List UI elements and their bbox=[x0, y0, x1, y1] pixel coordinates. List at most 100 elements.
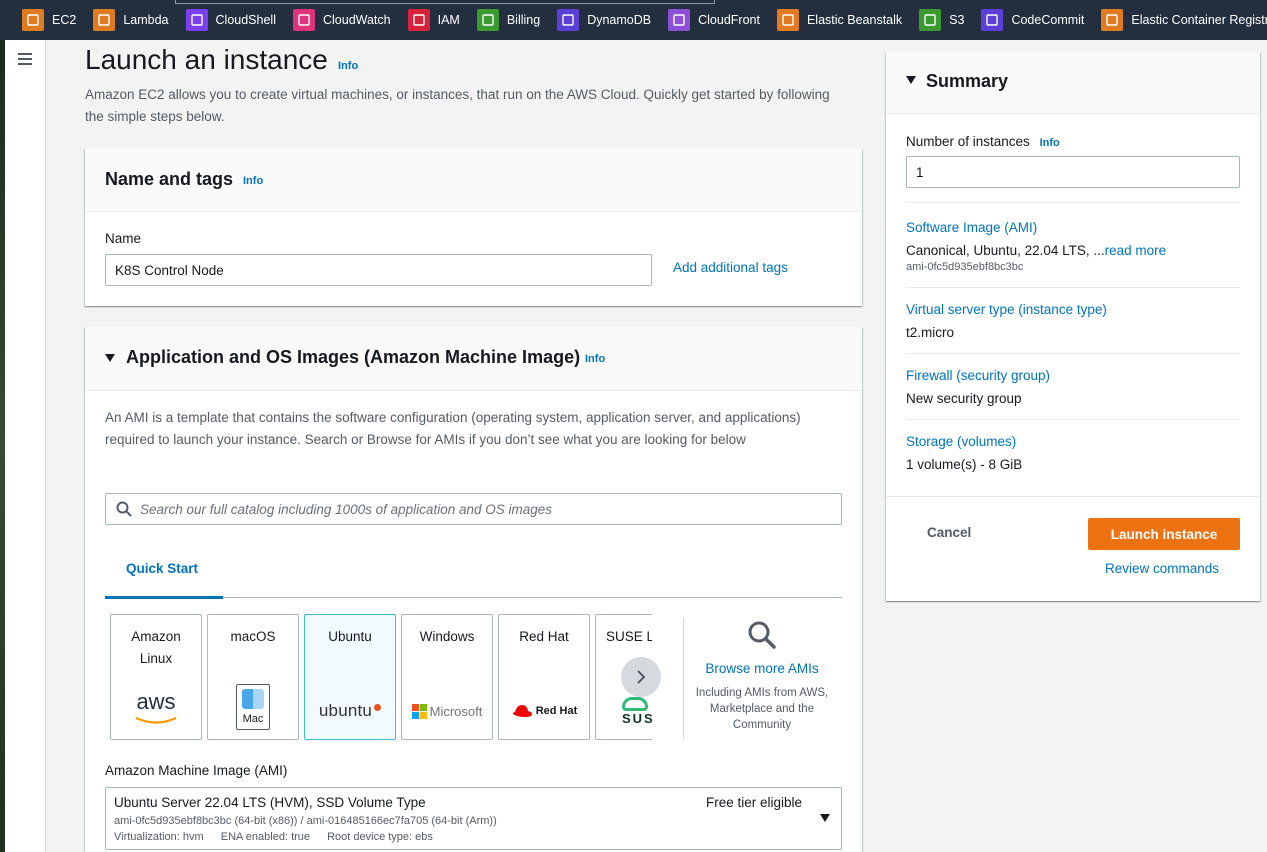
ubuntu-logo-icon: ubuntu bbox=[305, 683, 395, 739]
favorite-label: Lambda bbox=[123, 13, 169, 27]
favorite-label: CloudShell bbox=[215, 13, 276, 27]
storage-link[interactable]: Storage (volumes) bbox=[906, 434, 1022, 449]
cancel-button[interactable]: Cancel bbox=[927, 525, 971, 540]
redhat-logo-icon: Red Hat bbox=[499, 683, 589, 739]
favorite-label: CodeCommit bbox=[1011, 13, 1085, 27]
tile-label: Ubuntu bbox=[328, 629, 372, 644]
panel-title: Name and tags bbox=[105, 169, 234, 189]
software-image-value: Canonical, Ubuntu, 22.04 LTS, ...read mo… bbox=[906, 243, 1167, 258]
firewall-value: New security group bbox=[906, 391, 1022, 406]
search-placeholder: Search our full catalog including 1000s … bbox=[140, 501, 553, 517]
add-additional-tags-link[interactable]: Add additional tags bbox=[673, 260, 788, 275]
name-input[interactable]: K8S Control Node bbox=[105, 254, 652, 286]
search-icon bbox=[748, 621, 776, 649]
summary-software-image: Software Image (AMI) Canonical, Ubuntu, … bbox=[906, 220, 1166, 273]
favorite-label: DynamoDB bbox=[587, 13, 652, 27]
favorite-s3[interactable]: S3 bbox=[919, 0, 964, 40]
ami-name: Ubuntu Server 22.04 LTS (HVM), SSD Volum… bbox=[114, 795, 426, 810]
page-info-link[interactable]: Info bbox=[338, 60, 358, 72]
num-instances-info-link[interactable]: Info bbox=[1040, 137, 1060, 149]
ami-description: An AMI is a template that contains the s… bbox=[105, 410, 801, 447]
lambda-icon bbox=[93, 9, 116, 31]
side-navigation bbox=[5, 40, 46, 852]
favorite-ec2[interactable]: EC2 bbox=[22, 0, 76, 40]
tile-red-hat[interactable]: Red Hat Red Hat bbox=[498, 614, 590, 740]
launch-instance-button[interactable]: Launch instance bbox=[1088, 518, 1240, 550]
tile-macos[interactable]: macOS Mac bbox=[207, 614, 299, 740]
summary-footer-divider bbox=[886, 496, 1260, 497]
tile-label: SUSE Li bbox=[606, 629, 652, 644]
name-tags-info-link[interactable]: Info bbox=[243, 175, 263, 187]
ami-ena: ENA enabled: true bbox=[220, 831, 311, 843]
software-image-id: ami-0fc5d935ebf8bc3bc bbox=[906, 261, 1024, 273]
cloudshell-icon bbox=[185, 9, 208, 31]
mac-logo-icon: Mac bbox=[208, 683, 298, 739]
tile-label: Amazon Linux bbox=[131, 629, 181, 666]
favorites-bar: EC2 Lambda CloudShell CloudWatch IAM Billing D… bbox=[0, 0, 1267, 40]
search-bar-edge bbox=[175, 0, 715, 4]
divider bbox=[906, 353, 1240, 354]
free-tier-badge: Free tier eligible bbox=[706, 795, 803, 810]
tile-label: Red Hat bbox=[519, 629, 569, 644]
favorite-label: Elastic Container Registry bbox=[1131, 13, 1267, 27]
summary-storage: Storage (volumes) 1 volume(s) - 8 GiB bbox=[906, 434, 1022, 472]
favorite-elastic-container-registry[interactable]: Elastic Container Registry bbox=[1101, 0, 1267, 40]
num-instances-value: 1 bbox=[916, 164, 924, 180]
panel-title: Application and OS Images (Amazon Machin… bbox=[126, 347, 581, 367]
summary-firewall: Firewall (security group) New security g… bbox=[906, 368, 1050, 406]
favorite-iam[interactable]: IAM bbox=[407, 0, 460, 40]
tile-windows[interactable]: Windows Microsoft bbox=[401, 614, 493, 740]
dropdown-caret-icon bbox=[820, 814, 830, 822]
favorite-label: CloudFront bbox=[698, 13, 760, 27]
favorite-label: Billing bbox=[506, 13, 541, 27]
collapse-caret-icon[interactable] bbox=[906, 76, 916, 84]
menu-icon[interactable] bbox=[18, 53, 32, 65]
divider bbox=[906, 287, 1240, 288]
ami-search-input[interactable]: Search our full catalog including 1000s … bbox=[105, 493, 842, 525]
favorite-cloudshell[interactable]: CloudShell bbox=[185, 0, 276, 40]
review-commands-link[interactable]: Review commands bbox=[1105, 561, 1219, 576]
browse-more-subtext: Including AMIs from AWS, Marketplace and… bbox=[695, 687, 829, 731]
ami-info-link[interactable]: Info bbox=[585, 353, 605, 365]
billing-icon bbox=[476, 9, 499, 31]
favorite-cloudfront[interactable]: CloudFront bbox=[668, 0, 760, 40]
collapse-caret-icon[interactable] bbox=[105, 354, 115, 362]
divider bbox=[906, 419, 1240, 420]
favorite-label: CloudWatch bbox=[322, 13, 391, 27]
read-more-link[interactable]: read more bbox=[1105, 243, 1167, 258]
favorite-elastic-beanstalk[interactable]: Elastic Beanstalk bbox=[776, 0, 903, 40]
tab-quick-start[interactable]: Quick Start bbox=[126, 561, 198, 576]
ami-select[interactable]: Ubuntu Server 22.04 LTS (HVM), SSD Volum… bbox=[105, 787, 842, 850]
favorite-label: EC2 bbox=[52, 13, 77, 27]
browse-more-amis: Browse more AMIs Including AMIs from AWS… bbox=[691, 620, 833, 733]
favorite-label: Elastic Beanstalk bbox=[806, 13, 903, 27]
tile-ubuntu[interactable]: Ubuntu ubuntu bbox=[304, 614, 396, 740]
cloudwatch-icon bbox=[292, 9, 315, 31]
firewall-link[interactable]: Firewall (security group) bbox=[906, 368, 1050, 383]
favorite-codecommit[interactable]: CodeCommit bbox=[981, 0, 1084, 40]
cloudfront-icon bbox=[668, 9, 691, 31]
tile-label: Windows bbox=[419, 629, 475, 644]
ami-tabs: Quick Start bbox=[105, 553, 842, 599]
name-label: Name bbox=[105, 231, 142, 246]
active-tab-indicator bbox=[105, 596, 223, 599]
software-image-link[interactable]: Software Image (AMI) bbox=[906, 220, 1166, 235]
ami-meta: Virtualization: hvm ENA enabled: true Ro… bbox=[114, 831, 447, 843]
favorite-lambda[interactable]: Lambda bbox=[93, 0, 169, 40]
tile-amazon-linux[interactable]: Amazon Linux aws bbox=[110, 614, 202, 740]
instance-type-link[interactable]: Virtual server type (instance type) bbox=[906, 302, 1107, 317]
tiles-next-button[interactable] bbox=[621, 657, 661, 697]
os-tiles: Amazon Linux aws macOS Mac Ubuntu ubuntu bbox=[110, 614, 652, 740]
favorite-billing[interactable]: Billing bbox=[476, 0, 541, 40]
ec2-icon bbox=[22, 9, 44, 31]
divider bbox=[683, 618, 684, 740]
num-instances-label: Number of instances Info bbox=[906, 134, 1060, 149]
favorite-cloudwatch[interactable]: CloudWatch bbox=[292, 0, 391, 40]
num-instances-input[interactable]: 1 bbox=[906, 156, 1240, 188]
browse-more-amis-link[interactable]: Browse more AMIs bbox=[691, 661, 833, 676]
favorite-dynamodb[interactable]: DynamoDB bbox=[557, 0, 651, 40]
microsoft-logo-icon: Microsoft bbox=[402, 683, 492, 739]
instance-type-value: t2.micro bbox=[906, 325, 955, 340]
s3-icon bbox=[919, 9, 942, 31]
name-value: K8S Control Node bbox=[115, 262, 224, 278]
